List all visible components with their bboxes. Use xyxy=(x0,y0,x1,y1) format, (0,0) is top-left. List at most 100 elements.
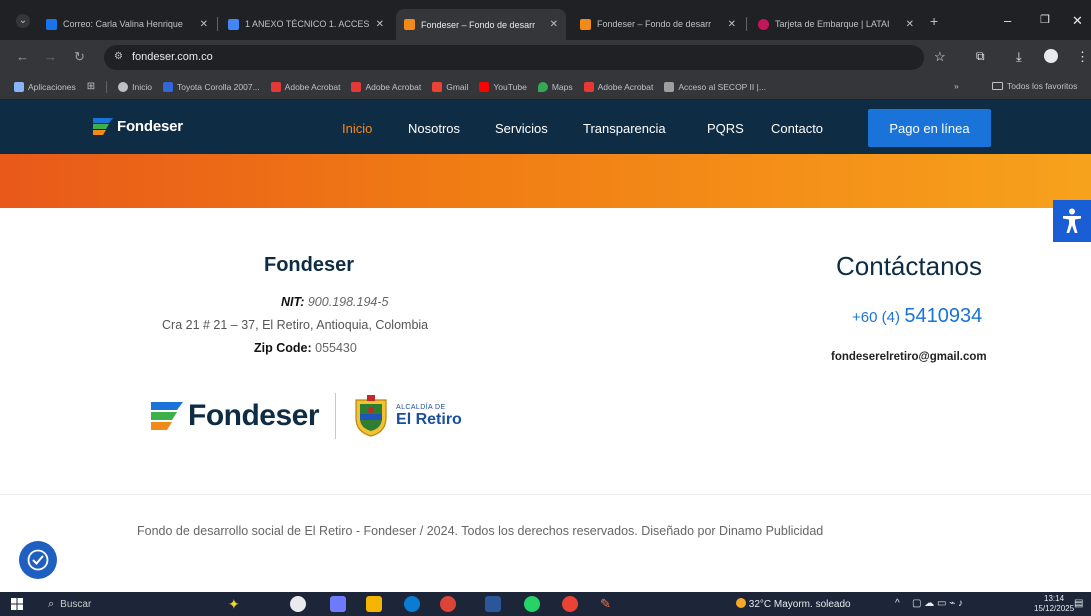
nav-servicios[interactable]: Servicios xyxy=(495,121,548,136)
bookmark-acrobat[interactable]: Adobe Acrobat xyxy=(351,81,421,92)
bookmark-acrobat[interactable]: Adobe Acrobat xyxy=(270,81,340,92)
minimize-icon[interactable]: – xyxy=(1004,13,1011,28)
browser-tab[interactable]: Correo: Carla Valina Henrique ✕ xyxy=(38,11,216,37)
folder-icon xyxy=(992,82,1003,90)
nav-contacto[interactable]: Contacto xyxy=(771,121,823,136)
zip-line: Zip Code: 055430 xyxy=(254,341,357,355)
browser-tab[interactable]: 1 ANEXO TÉCNICO 1. ACCES ✕ xyxy=(220,11,392,37)
notifications-icon[interactable]: ▤ xyxy=(1074,598,1083,609)
bookmark-youtube[interactable]: YouTube xyxy=(479,81,527,92)
bookmark-star-icon[interactable]: ☆ xyxy=(934,49,946,65)
pay-online-button[interactable]: Pago en línea xyxy=(868,109,991,147)
address-bar[interactable]: ⚙ fondeser.com.co xyxy=(104,45,924,70)
bookmark-maps[interactable]: Maps xyxy=(537,81,573,92)
outlook-icon xyxy=(46,18,57,30)
fondeser-logo-icon xyxy=(151,402,183,430)
footer-divider xyxy=(0,494,1091,495)
word-app-icon[interactable] xyxy=(485,596,501,612)
alcaldia-wordmark: ALCALDÍA DE El Retiro xyxy=(396,404,462,428)
close-tab-icon[interactable]: ✕ xyxy=(728,19,736,30)
taskbar-clock[interactable]: 13:14 15/12/2025 xyxy=(1034,594,1074,614)
contact-title: Contáctanos xyxy=(836,251,982,281)
chrome-app-icon[interactable] xyxy=(440,596,456,612)
bookmarks-overflow-button[interactable]: » xyxy=(954,81,959,91)
address-line: Cra 21 # 21 – 37, El Retiro, Antioquia, … xyxy=(162,318,429,332)
fondeser-favicon-icon xyxy=(580,18,591,30)
tray-app-icons[interactable]: ▢ ☁ ▭ ⌁ ♪ xyxy=(912,598,963,609)
tab-divider xyxy=(217,17,218,31)
logo-divider xyxy=(335,393,337,439)
reload-icon[interactable]: ↻ xyxy=(74,49,85,65)
bookmark-separator xyxy=(106,80,108,93)
site-logo[interactable]: Fondeser xyxy=(92,116,183,136)
hero-banner xyxy=(0,154,1091,208)
new-tab-icon[interactable]: + xyxy=(930,14,938,28)
contact-phone[interactable]: +60 (4) 5410934 xyxy=(852,305,982,328)
bookmark-apps[interactable]: Aplicaciones xyxy=(14,81,76,92)
window-close-icon[interactable]: ✕ xyxy=(1072,13,1083,29)
windows-start-icon[interactable] xyxy=(11,598,23,610)
download-icon[interactable]: ⤓ xyxy=(1016,49,1022,65)
file-explorer-icon[interactable] xyxy=(366,596,382,612)
forward-arrow-icon[interactable]: → xyxy=(44,49,57,65)
all-bookmarks-button[interactable]: Todos los favoritos xyxy=(992,81,1077,91)
app-icon[interactable]: ✎ xyxy=(600,596,616,612)
tab-divider xyxy=(746,17,747,31)
sun-cloud-icon xyxy=(736,598,746,608)
tab-search-icon[interactable]: ⌄ xyxy=(16,14,30,28)
profile-avatar-icon[interactable] xyxy=(1044,49,1058,66)
browser-tab-active[interactable]: Fondeser – Fondo de desarr ✕ xyxy=(396,9,566,40)
browser-tab[interactable]: Fondeser – Fondo de desarr ✕ xyxy=(572,11,744,37)
bookmark-acrobat[interactable]: Adobe Acrobat xyxy=(583,81,653,92)
site-settings-icon[interactable]: ⚙ xyxy=(114,51,123,62)
search-icon: ⌕ xyxy=(48,597,55,610)
nav-pqrs[interactable]: PQRS xyxy=(707,121,744,136)
back-arrow-icon[interactable]: ← xyxy=(16,49,29,65)
browser-menu-icon[interactable]: ⋮ xyxy=(1076,49,1089,65)
copilot-sparkle-icon[interactable]: ✦ xyxy=(228,596,244,612)
chrome-app-icon[interactable] xyxy=(290,596,306,612)
nav-inicio[interactable]: Inicio xyxy=(342,121,372,136)
secop-icon xyxy=(664,81,675,92)
site-header: Fondeser Inicio Nosotros Servicios Trans… xyxy=(0,100,1091,154)
globe-icon xyxy=(118,81,129,92)
browser-tab-strip: ⌄ Correo: Carla Valina Henrique ✕ 1 ANEX… xyxy=(0,0,1091,40)
whatsapp-app-icon[interactable] xyxy=(524,596,540,612)
extensions-icon[interactable]: ⧉ xyxy=(976,49,985,64)
nit-line: NIT: 900.198.194-5 xyxy=(281,295,389,309)
acrobat-icon xyxy=(351,81,362,92)
bookmark-secop[interactable]: Acceso al SECOP II |... xyxy=(664,81,766,92)
copyright-text: Fondo de desarrollo social de El Retiro … xyxy=(137,524,824,538)
taskbar-search[interactable]: ⌕ Buscar xyxy=(40,595,190,613)
close-tab-icon[interactable]: ✕ xyxy=(376,19,384,30)
footer-title: Fondeser xyxy=(264,254,355,276)
weather-widget[interactable]: 32°C Mayorm. soleado xyxy=(736,598,851,610)
contact-email[interactable]: fondeserelretiro@gmail.com xyxy=(831,351,987,363)
close-tab-icon[interactable]: ✕ xyxy=(550,19,558,30)
close-tab-icon[interactable]: ✕ xyxy=(200,19,208,30)
acrobat-icon xyxy=(270,81,281,92)
teams-app-icon[interactable] xyxy=(330,596,346,612)
maps-icon xyxy=(537,81,548,92)
apps-grid-icon xyxy=(14,81,24,92)
bookmarks-bar: Aplicaciones ⊞ Inicio Toyota Corolla 200… xyxy=(0,74,1091,100)
tab-groups-icon[interactable]: ⊞ xyxy=(87,81,95,92)
nav-transparencia[interactable]: Transparencia xyxy=(583,121,666,136)
fondeser-favicon-icon xyxy=(404,19,415,30)
accessibility-button[interactable] xyxy=(1053,200,1091,242)
close-tab-icon[interactable]: ✕ xyxy=(906,19,914,30)
bookmark-gmail[interactable]: Gmail xyxy=(432,81,468,92)
edge-app-icon[interactable] xyxy=(404,596,420,612)
gmail-icon xyxy=(432,81,443,92)
restore-icon[interactable]: ❐ xyxy=(1040,13,1050,26)
el-retiro-shield-icon xyxy=(355,395,387,437)
chat-widget-button[interactable] xyxy=(19,541,57,579)
nav-nosotros[interactable]: Nosotros xyxy=(408,121,460,136)
chrome-profile-app-icon[interactable] xyxy=(562,596,578,612)
browser-tab[interactable]: Tarjeta de Embarque | LATAI ✕ xyxy=(750,11,922,37)
bookmark-inicio[interactable]: Inicio xyxy=(118,81,152,92)
url-text[interactable]: fondeser.com.co xyxy=(132,51,213,63)
show-hidden-icons[interactable]: ^ xyxy=(895,598,900,609)
bookmark-toyota[interactable]: Toyota Corolla 2007... xyxy=(162,81,260,92)
chat-badge-icon xyxy=(27,549,49,571)
